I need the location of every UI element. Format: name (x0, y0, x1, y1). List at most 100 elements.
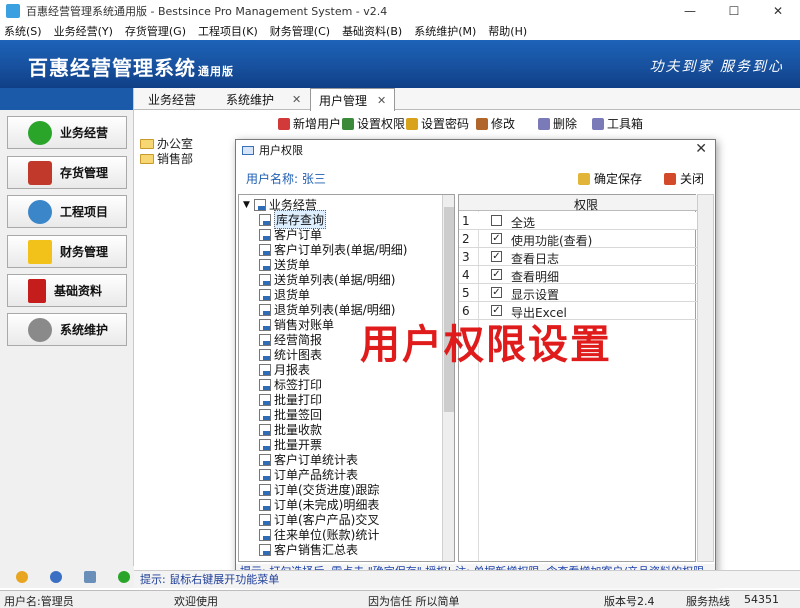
function-icon (259, 288, 271, 301)
close-tab-icon[interactable]: ✕ (292, 93, 301, 106)
tree-item[interactable]: 订单(交货进度)跟踪 (259, 482, 379, 497)
menu-inventory[interactable]: 存货管理(G) (125, 23, 186, 39)
maximize-button[interactable]: ☐ (712, 0, 756, 22)
tree-item[interactable]: 订单(客户产品)交叉 (259, 512, 379, 527)
tree-item[interactable]: 批量签回 (259, 407, 322, 422)
tree-item[interactable]: 客户订单统计表 (259, 452, 358, 467)
set-permission-button[interactable]: 设置权限 (342, 115, 405, 132)
book-icon (28, 278, 46, 303)
tree-item[interactable]: 往来单位(账款)统计 (259, 527, 379, 542)
tree-item[interactable]: 批量打印 (259, 392, 322, 407)
status-service: 服务热线 (686, 595, 730, 608)
grid-row[interactable]: 2 ✓ 使用功能(查看) (459, 230, 697, 248)
tree-item[interactable]: 销售对账单 (259, 317, 334, 332)
sidebar-item-inventory[interactable]: 存货管理 (7, 156, 127, 189)
sidebar: 业务经营 存货管理 工程项目 财务管理 基础资料 系统维护 (0, 88, 134, 570)
menu-finance[interactable]: 财务管理(C) (270, 23, 330, 39)
tree-item[interactable]: 退货单 (259, 287, 310, 302)
permission-checkbox[interactable]: ✓ (491, 269, 502, 280)
minimize-button[interactable]: — (668, 0, 712, 22)
tab-bar: 业务经营 系统维护 ✕ 用户管理 ✕ (134, 88, 800, 111)
grid-row[interactable]: 1 全选 (459, 212, 697, 230)
tree-item-sales[interactable]: 销售部 (140, 151, 240, 166)
help-icon[interactable] (118, 571, 130, 583)
permission-checkbox[interactable]: ✓ (491, 287, 502, 298)
star-icon (28, 239, 52, 264)
grid-row[interactable]: 5 ✓ 显示设置 (459, 284, 697, 302)
dialog-close-icon[interactable]: ✕ (695, 141, 707, 157)
tree-item[interactable]: 订单产品统计表 (259, 467, 358, 482)
tab-business[interactable]: 业务经营 (148, 88, 196, 110)
app-banner: 百惠经营管理系统 通用版 功夫到家 服务到心 (0, 40, 800, 88)
grid-row[interactable]: 4 ✓ 查看明细 (459, 266, 697, 284)
tree-item[interactable]: 库存查询 (259, 210, 327, 229)
tree-item[interactable]: 批量开票 (259, 437, 322, 452)
tab-maintenance[interactable]: 系统维护 (226, 88, 274, 110)
cycle-arrows-icon (28, 199, 52, 224)
permission-label: 全选 (511, 216, 536, 230)
dialog-header: 用户名称: 张三 确定保存 关闭 (236, 160, 715, 192)
toolbox-button[interactable]: 工具箱 (592, 115, 643, 132)
gear-icon (28, 317, 52, 342)
sidebar-item-basic-data[interactable]: 基础资料 (7, 274, 127, 307)
edit-button[interactable]: 修改 (476, 115, 515, 132)
tree-item[interactable]: 标签打印 (259, 377, 322, 392)
row-number: 3 (462, 250, 470, 264)
menu-help[interactable]: 帮助(H) (488, 23, 527, 39)
grid-scrollbar[interactable] (697, 194, 714, 562)
tree-scrollbar[interactable] (442, 195, 454, 561)
window-titlebar: 百惠经营管理系统通用版 - Bestsince Pro Management S… (0, 0, 800, 22)
tab-label: 用户管理 (319, 93, 368, 108)
tree-item[interactable]: 客户订单 (259, 227, 322, 242)
sidebar-item-finance[interactable]: 财务管理 (7, 235, 127, 268)
grid-row[interactable]: 3 ✓ 查看日志 (459, 248, 697, 266)
permission-label: 使用功能(查看) (511, 234, 593, 248)
monitor-icon[interactable] (84, 571, 96, 583)
sidebar-item-label: 存货管理 (60, 166, 109, 180)
permission-checkbox[interactable]: ✓ (491, 233, 502, 244)
tools-icon (476, 117, 488, 130)
close-tab-icon[interactable]: ✕ (377, 94, 386, 107)
sidebar-footer-icons (0, 566, 134, 588)
function-icon (259, 228, 271, 241)
tree-item[interactable]: 送货单列表(单据/明细) (259, 272, 395, 287)
row-number: 1 (462, 214, 470, 228)
tree-item[interactable]: 月报表 (259, 362, 310, 377)
set-password-button[interactable]: 设置密码 (406, 115, 469, 132)
menu-projects[interactable]: 工程项目(K) (198, 23, 258, 39)
function-icon (259, 348, 271, 361)
tree-item[interactable]: 批量收款 (259, 422, 322, 437)
function-icon (259, 468, 271, 481)
key-icon[interactable] (16, 571, 28, 583)
permission-checkbox[interactable]: ✓ (491, 251, 502, 262)
tree-item[interactable]: 客户销售汇总表 (259, 542, 358, 557)
tree-item[interactable]: 客户订单列表(单据/明细) (259, 242, 407, 257)
add-user-button[interactable]: 新增用户 (278, 115, 341, 132)
function-icon (259, 258, 271, 271)
tab-close-hint[interactable]: ✕ (292, 88, 309, 110)
menu-business[interactable]: 业务经营(Y) (54, 23, 113, 39)
tree-item[interactable]: 统计图表 (259, 347, 322, 362)
row-number: 5 (462, 286, 470, 300)
delete-button[interactable]: 删除 (538, 115, 577, 132)
close-button[interactable]: 关闭 (664, 170, 704, 187)
menu-system[interactable]: 系统(S) (4, 23, 42, 39)
menu-basic-data[interactable]: 基础资料(B) (342, 23, 402, 39)
info-icon[interactable] (50, 571, 62, 583)
menu-maintenance[interactable]: 系统维护(M) (414, 23, 476, 39)
tree-item[interactable]: 送货单 (259, 257, 310, 272)
sidebar-item-business[interactable]: 业务经营 (7, 116, 127, 149)
close-window-button[interactable]: ✕ (756, 0, 800, 22)
function-icon (259, 453, 271, 466)
sidebar-item-maintenance[interactable]: 系统维护 (7, 313, 127, 346)
save-button[interactable]: 确定保存 (578, 170, 642, 187)
permission-checkbox[interactable] (491, 215, 502, 226)
tab-user-management[interactable]: 用户管理 ✕ (310, 88, 396, 111)
sidebar-item-projects[interactable]: 工程项目 (7, 195, 127, 228)
tree-item-office[interactable]: 办公室 (140, 136, 240, 151)
collapse-icon[interactable]: ▼ (243, 200, 250, 210)
tree-item[interactable]: 订单(未完成)明细表 (259, 497, 379, 512)
add-user-icon (278, 117, 290, 130)
scroll-thumb[interactable] (444, 207, 454, 412)
tree-item[interactable]: 经营简报 (259, 332, 322, 347)
